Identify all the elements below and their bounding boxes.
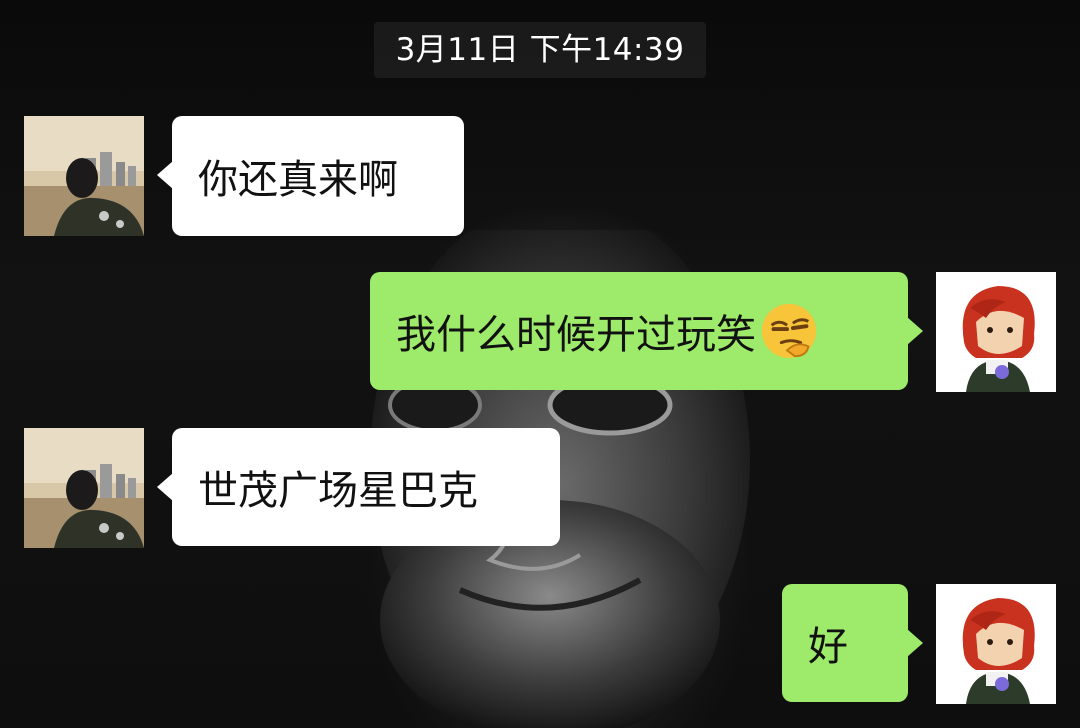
thinking-face-emoji-icon	[761, 303, 817, 359]
contact-avatar-image	[24, 428, 144, 548]
message-text: 好	[808, 624, 848, 670]
message-text: 我什么时候开过玩笑	[396, 312, 756, 358]
my-avatar[interactable]	[936, 584, 1056, 704]
contact-avatar[interactable]	[24, 428, 144, 548]
message-bubble-outgoing[interactable]: 我什么时候开过玩笑	[370, 272, 923, 390]
message-text: 世茂广场星巴克	[198, 468, 478, 514]
message-text: 你还真来啊	[198, 157, 398, 203]
message-timestamp: 3月11日 下午14:39	[374, 22, 706, 78]
message-bubble-incoming[interactable]: 你还真来啊	[157, 116, 464, 236]
my-avatar-image	[936, 584, 1056, 704]
my-avatar-image	[936, 272, 1056, 392]
contact-avatar[interactable]	[24, 116, 144, 236]
message-bubble-incoming[interactable]: 世茂广场星巴克	[157, 428, 560, 546]
message-bubble-outgoing[interactable]: 好	[782, 584, 923, 702]
contact-avatar-image	[24, 116, 144, 236]
my-avatar[interactable]	[936, 272, 1056, 392]
